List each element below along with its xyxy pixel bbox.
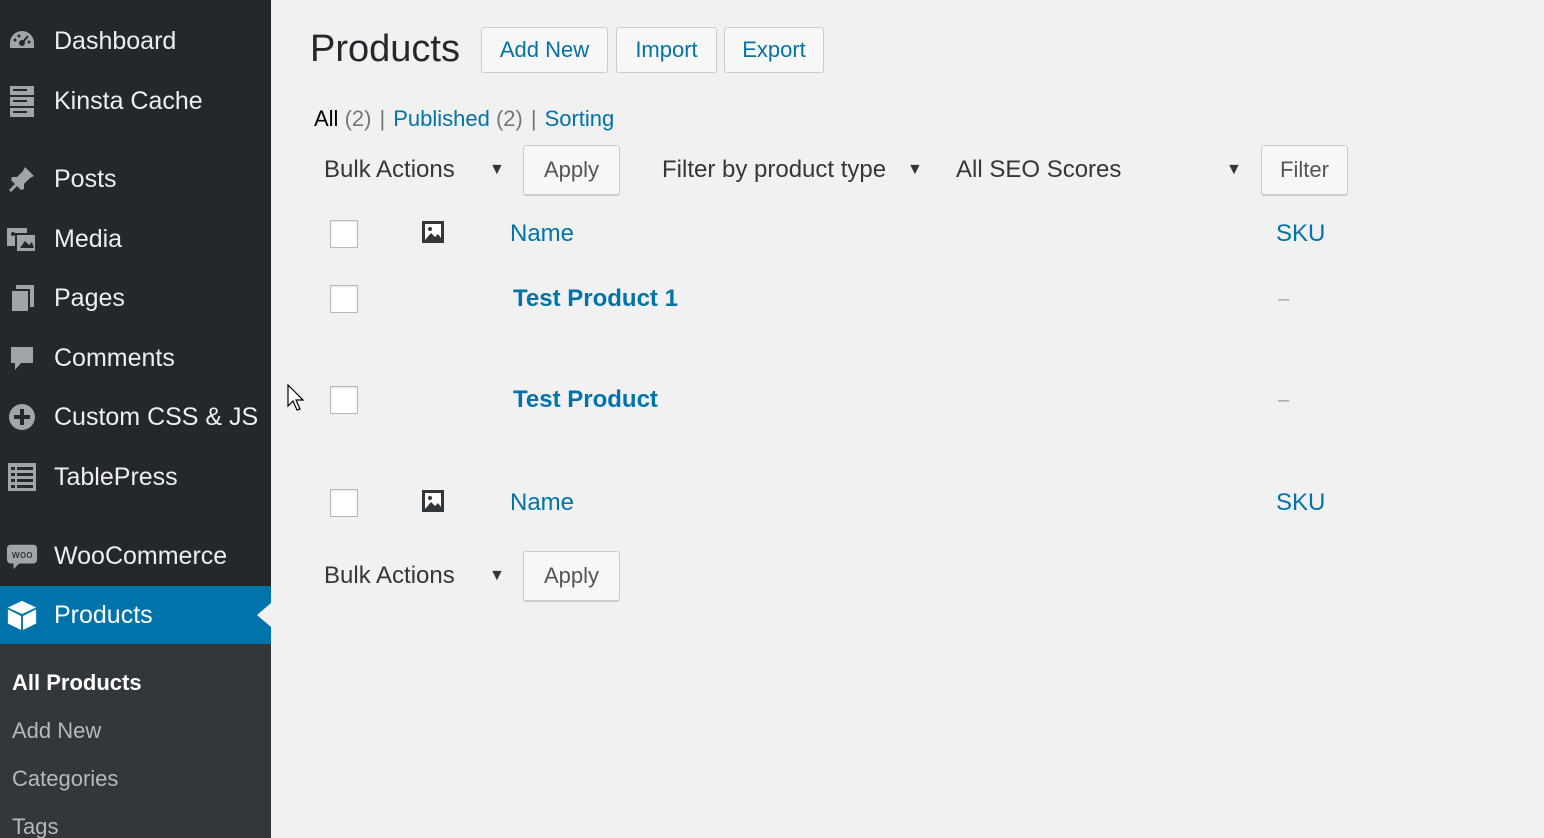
image-icon xyxy=(421,220,445,244)
sidebar-item-label: Media xyxy=(54,224,123,253)
product-type-value: Filter by product type xyxy=(662,156,887,183)
sidebar-item-label: Posts xyxy=(54,164,117,193)
sidebar-item-label: TablePress xyxy=(54,462,178,491)
main-content: Products Add New Import Export All (2) | P… xyxy=(271,0,1544,838)
column-name-header[interactable]: Name xyxy=(510,220,574,248)
svg-text:woo: woo xyxy=(11,549,32,561)
media-icon xyxy=(6,223,38,255)
sidebar-item-tablepress[interactable]: TablePress xyxy=(0,448,271,506)
sidebar-item-products[interactable]: Products xyxy=(0,586,271,644)
column-name-footer[interactable]: Name xyxy=(510,489,574,517)
bulk-actions-value: Bulk Actions xyxy=(324,562,455,589)
bulk-actions-select-top[interactable]: Bulk Actions ▼ xyxy=(324,146,509,194)
filter-button[interactable]: Filter xyxy=(1261,145,1348,195)
sidebar-item-woocommerce[interactable]: woo WooCommerce xyxy=(0,527,271,585)
submenu-tags[interactable]: Tags xyxy=(12,814,58,838)
submenu-all-products[interactable]: All Products xyxy=(12,670,142,696)
dashboard-icon xyxy=(6,25,38,57)
dropdown-arrow-icon: ▼ xyxy=(907,161,923,178)
image-icon xyxy=(421,489,445,513)
separator: | xyxy=(530,106,537,131)
comment-icon xyxy=(6,342,38,374)
import-button[interactable]: Import xyxy=(616,27,717,73)
column-sku-header[interactable]: SKU xyxy=(1276,220,1325,248)
view-all[interactable]: All xyxy=(314,106,338,131)
add-new-button[interactable]: Add New xyxy=(481,27,608,73)
product-type-select[interactable]: Filter by product type ▼ xyxy=(662,146,927,194)
sidebar-item-label: Kinsta Cache xyxy=(54,86,203,115)
bulk-actions-select-bottom[interactable]: Bulk Actions ▼ xyxy=(324,552,509,600)
sidebar-item-label: Dashboard xyxy=(54,26,177,55)
sidebar-item-label: WooCommerce xyxy=(54,541,228,570)
separator: | xyxy=(379,106,386,131)
apply-button-bottom[interactable]: Apply xyxy=(523,551,620,601)
sidebar-item-label: Products xyxy=(54,600,153,629)
plus-circle-icon xyxy=(6,401,38,433)
product-title-link[interactable]: Test Product xyxy=(513,386,658,414)
seo-scores-select[interactable]: All SEO Scores ▼ xyxy=(956,146,1246,194)
woo-icon: woo xyxy=(6,540,38,572)
sidebar-item-pages[interactable]: Pages xyxy=(0,269,271,327)
sku-value: – xyxy=(1278,288,1290,310)
sidebar-item-comments[interactable]: Comments xyxy=(0,329,271,387)
sku-value: – xyxy=(1278,389,1290,411)
sidebar-item-label: Comments xyxy=(54,343,175,372)
sidebar-item-dashboard[interactable]: Dashboard xyxy=(0,12,271,70)
row-checkbox[interactable] xyxy=(330,386,358,414)
view-sorting[interactable]: Sorting xyxy=(545,106,615,131)
apply-button-top[interactable]: Apply xyxy=(523,145,620,195)
dropdown-arrow-icon: ▼ xyxy=(489,567,505,584)
submenu-add-new[interactable]: Add New xyxy=(12,718,101,744)
select-all-checkbox[interactable] xyxy=(330,220,358,248)
admin-sidebar: Dashboard Kinsta Cache Posts Media Pages… xyxy=(0,0,271,838)
view-published[interactable]: Published xyxy=(393,106,490,131)
product-title-link[interactable]: Test Product 1 xyxy=(513,285,678,313)
column-sku-footer[interactable]: SKU xyxy=(1276,489,1325,517)
pin-icon xyxy=(6,163,38,195)
sidebar-item-media[interactable]: Media xyxy=(0,210,271,268)
box-icon xyxy=(6,599,38,631)
bulk-actions-value: Bulk Actions xyxy=(324,156,455,183)
pages-icon xyxy=(6,282,38,314)
view-filters: All (2) | Published (2) | Sorting xyxy=(314,106,614,132)
row-checkbox[interactable] xyxy=(330,285,358,313)
export-button[interactable]: Export xyxy=(724,27,824,73)
server-icon xyxy=(6,85,38,117)
submenu-categories[interactable]: Categories xyxy=(12,766,118,792)
sidebar-item-label: Pages xyxy=(54,283,125,312)
sidebar-item-posts[interactable]: Posts xyxy=(0,150,271,208)
seo-scores-value: All SEO Scores xyxy=(956,156,1122,183)
sidebar-item-kinsta-cache[interactable]: Kinsta Cache xyxy=(0,72,271,130)
products-submenu: All Products Add New Categories Tags xyxy=(0,644,271,838)
select-all-checkbox-footer[interactable] xyxy=(330,489,358,517)
view-published-count: (2) xyxy=(495,106,523,131)
dropdown-arrow-icon: ▼ xyxy=(1226,161,1242,178)
list-icon xyxy=(6,461,38,493)
page-title: Products xyxy=(310,28,460,70)
sidebar-item-label: Custom CSS & JS xyxy=(54,402,259,431)
view-all-count: (2) xyxy=(344,106,372,131)
mouse-cursor-icon xyxy=(287,384,305,411)
dropdown-arrow-icon: ▼ xyxy=(489,161,505,178)
sidebar-item-custom-css-js[interactable]: Custom CSS & JS xyxy=(0,388,271,446)
